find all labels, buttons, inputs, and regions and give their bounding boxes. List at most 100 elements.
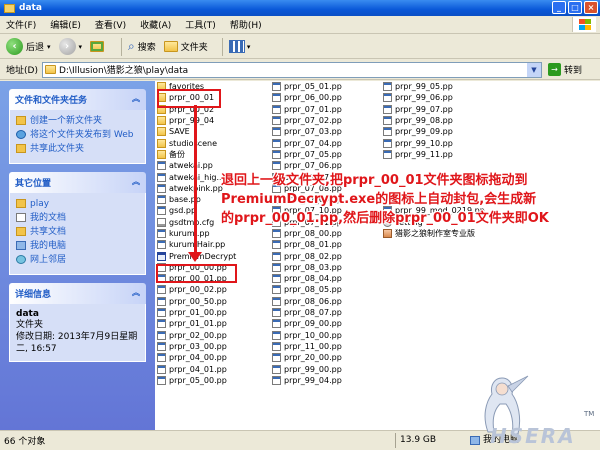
details-header[interactable]: 详细信息 ︽ [9, 283, 146, 304]
task-label: 将这个文件夹发布到 Web [30, 130, 134, 140]
file-item[interactable]: prpr_99_04.pp [272, 375, 342, 386]
file-item[interactable]: prpr_03_00.pp [157, 341, 236, 352]
file-column-2: prpr_05_01.pp prpr_06_00.pp prpr_07_01.pp p… [272, 81, 342, 386]
search-button[interactable]: ⌕ 搜索 [128, 39, 156, 54]
file-item[interactable]: prpr_08_06.pp [272, 296, 342, 307]
file-item[interactable]: prpr_01_01.pp [157, 318, 236, 329]
file-item[interactable]: prpr_05_01.pp [272, 81, 342, 92]
title-bar[interactable]: data _ □ × [0, 0, 600, 16]
forward-button[interactable]: › ▾ [58, 38, 82, 55]
file-item[interactable]: prpr_04_00.pp [157, 352, 236, 363]
file-name: 猎影之狼制作室专业版 [395, 229, 475, 238]
go-button[interactable]: → 转到 [547, 63, 582, 76]
file-icon [157, 375, 166, 385]
back-arrow-icon: ‹ [6, 38, 23, 55]
file-item[interactable]: prpr_99_05.pp [383, 81, 485, 92]
share-folder-link[interactable]: 共享此文件夹 [16, 143, 139, 155]
file-item[interactable]: prpr_08_07.pp [272, 307, 342, 318]
file-item[interactable]: prpr_99_08.pp [383, 115, 485, 126]
folders-button[interactable]: 文件夹 [163, 40, 208, 53]
file-name: prpr_99_04 [169, 116, 215, 126]
menu-view[interactable]: 查看(V) [95, 18, 126, 31]
menu-edit[interactable]: 编辑(E) [50, 18, 81, 31]
file-name: prpr_08_03.pp [284, 262, 342, 272]
back-label: 后退 [26, 43, 45, 53]
file-item[interactable]: prpr_08_02.pp [272, 250, 342, 261]
file-item[interactable]: prpr_99_10.pp [383, 137, 485, 148]
file-item[interactable]: prpr_07_05.pp [272, 149, 342, 160]
file-item[interactable]: 猎影之狼制作室专业版 [383, 228, 485, 239]
file-item[interactable]: prpr_07_01.pp [272, 104, 342, 115]
window-controls: _ □ × [552, 1, 598, 14]
place-shared-documents[interactable]: 共享文档 [16, 226, 139, 238]
panel-title: 其它位置 [15, 179, 52, 189]
menu-favorites[interactable]: 收藏(A) [140, 18, 171, 31]
file-name: prpr_08_07.pp [284, 308, 342, 318]
file-item[interactable]: prpr_20_00.pp [272, 352, 342, 363]
file-item[interactable]: prpr_07_04.pp [272, 137, 342, 148]
file-item[interactable]: prpr_99_00.pp [272, 363, 342, 374]
instruction-annotation: 退回上一级文件夹,把prpr_00_01文件夹图标拖动到 PremiumDecr… [221, 171, 591, 228]
file-name: prpr_99_06.pp [395, 93, 453, 103]
file-item[interactable]: prpr_01_00.pp [157, 307, 236, 318]
up-folder-button[interactable] [90, 41, 107, 52]
file-item[interactable]: prpr_04_01.pp [157, 363, 236, 374]
new-folder-link[interactable]: 创建一个新文件夹 [16, 115, 139, 127]
file-item[interactable]: prpr_09_00.pp [272, 318, 342, 329]
minimize-button[interactable]: _ [552, 1, 566, 14]
menu-tools[interactable]: 工具(T) [185, 18, 216, 31]
file-name: prpr_01_00.pp [169, 308, 227, 318]
toolbar-separator [221, 37, 223, 56]
file-item[interactable]: prpr_06_00.pp [272, 92, 342, 103]
views-button[interactable]: ▾ [228, 40, 250, 53]
file-item[interactable]: prpr_08_00.pp [272, 228, 342, 239]
panel-title: 文件和文件夹任务 [15, 96, 88, 106]
file-icon [157, 319, 166, 329]
file-icon [272, 353, 281, 363]
address-input[interactable]: D:\Illusion\猎影之狼\play\data ▼ [41, 61, 542, 78]
place-network[interactable]: 网上邻居 [16, 254, 139, 266]
toolbar-separator [121, 37, 123, 56]
place-play[interactable]: play [16, 198, 139, 210]
file-item[interactable]: prpr_99_09.pp [383, 126, 485, 137]
documents-icon [16, 213, 26, 222]
other-places-header[interactable]: 其它位置 ︽ [9, 172, 146, 193]
file-tasks-header[interactable]: 文件和文件夹任务 ︽ [9, 89, 146, 110]
file-icon [272, 364, 281, 374]
close-button[interactable]: × [584, 1, 598, 14]
address-dropdown-icon[interactable]: ▼ [526, 62, 541, 77]
file-item[interactable]: prpr_08_03.pp [272, 262, 342, 273]
watermark-logo: HSERA TM [470, 372, 598, 448]
menu-help[interactable]: 帮助(H) [230, 18, 262, 31]
file-icon [272, 240, 281, 250]
file-name: prpr_99_11.pp [395, 149, 453, 159]
file-icon [157, 341, 166, 351]
file-item[interactable]: prpr_99_07.pp [383, 104, 485, 115]
file-item[interactable]: prpr_99_11.pp [383, 149, 485, 160]
file-item[interactable]: prpr_11_00.pp [272, 341, 342, 352]
file-item[interactable]: prpr_08_04.pp [272, 273, 342, 284]
file-item[interactable]: prpr_05_00.pp [157, 375, 236, 386]
publish-web-link[interactable]: 将这个文件夹发布到 Web [16, 129, 139, 141]
file-item[interactable]: prpr_07_02.pp [272, 115, 342, 126]
file-item[interactable]: prpr_00_02.pp [157, 284, 236, 295]
file-item[interactable]: prpr_08_01.pp [272, 239, 342, 250]
file-name: prpr_08_02.pp [284, 251, 342, 261]
file-name: prpr_02_00.pp [169, 330, 227, 340]
file-name: prpr_10_00.pp [284, 330, 342, 340]
collapse-chevron-icon: ︽ [132, 288, 140, 297]
place-my-documents[interactable]: 我的文档 [16, 212, 139, 224]
file-item[interactable]: prpr_07_06.pp [272, 160, 342, 171]
file-tasks-body: 创建一个新文件夹 将这个文件夹发布到 Web 共享此文件夹 [9, 110, 146, 164]
file-name: prpr_01_01.pp [169, 319, 227, 329]
menu-file[interactable]: 文件(F) [6, 18, 36, 31]
file-item[interactable]: prpr_00_50.pp [157, 296, 236, 307]
file-item[interactable]: prpr_08_05.pp [272, 284, 342, 295]
file-item[interactable]: prpr_99_06.pp [383, 92, 485, 103]
back-button[interactable]: ‹ 后退 ▾ [6, 38, 51, 55]
file-item[interactable]: prpr_10_00.pp [272, 330, 342, 341]
place-my-computer[interactable]: 我的电脑 [16, 240, 139, 252]
file-item[interactable]: prpr_07_03.pp [272, 126, 342, 137]
maximize-button[interactable]: □ [568, 1, 582, 14]
file-item[interactable]: prpr_02_00.pp [157, 330, 236, 341]
